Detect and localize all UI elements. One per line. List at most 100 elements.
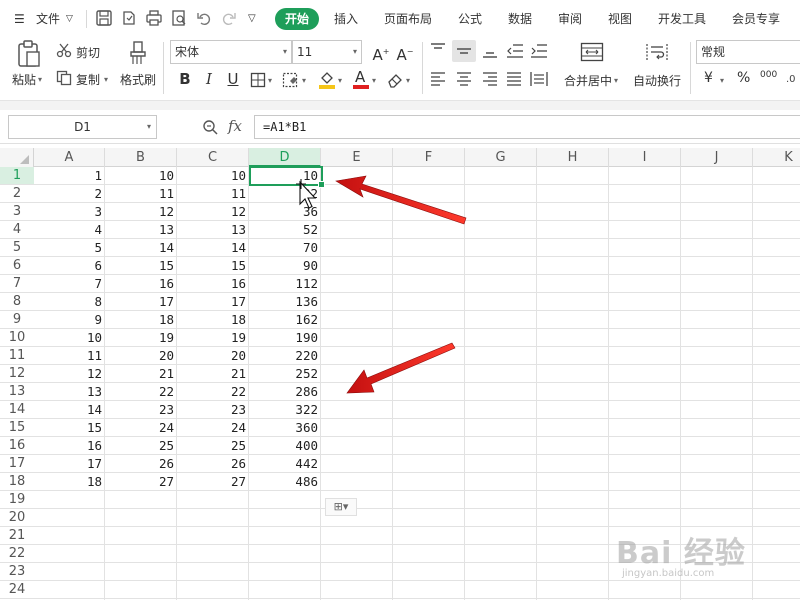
- cell-d21[interactable]: [249, 527, 321, 545]
- cell-c2[interactable]: 11: [177, 185, 249, 203]
- cell-b16[interactable]: 25: [105, 437, 177, 455]
- justify-icon[interactable]: [506, 72, 522, 86]
- cell-b17[interactable]: 26: [105, 455, 177, 473]
- cell-b10[interactable]: 19: [105, 329, 177, 347]
- cell-d15[interactable]: 360: [249, 419, 321, 437]
- row-header[interactable]: 14: [0, 401, 34, 419]
- cell-b1[interactable]: 10: [105, 167, 177, 185]
- cell-d9[interactable]: 162: [249, 311, 321, 329]
- cell-d19[interactable]: [249, 491, 321, 509]
- paste-button[interactable]: 粘贴: [12, 71, 36, 88]
- row-header[interactable]: 10: [0, 329, 34, 347]
- tab-review[interactable]: 审阅: [558, 8, 582, 30]
- row-header[interactable]: 2: [0, 185, 34, 203]
- fill-color-dropdown-icon[interactable]: ▾: [338, 76, 342, 85]
- row-header[interactable]: 4: [0, 221, 34, 239]
- row-header[interactable]: 5: [0, 239, 34, 257]
- align-center-icon[interactable]: [456, 72, 472, 86]
- undo-icon[interactable]: [195, 9, 213, 27]
- row-header[interactable]: 3: [0, 203, 34, 221]
- cell-b3[interactable]: 12: [105, 203, 177, 221]
- cell-a19[interactable]: [34, 491, 105, 509]
- cell-a9[interactable]: 9: [34, 311, 105, 329]
- cell-c4[interactable]: 13: [177, 221, 249, 239]
- row-header[interactable]: 7: [0, 275, 34, 293]
- cell-b4[interactable]: 13: [105, 221, 177, 239]
- increase-indent-icon[interactable]: [530, 43, 548, 59]
- cell-c24[interactable]: [177, 581, 249, 599]
- paste-icon[interactable]: [16, 40, 42, 68]
- quick-access-dropdown-icon[interactable]: ▽: [248, 8, 256, 30]
- cell-d14[interactable]: 322: [249, 401, 321, 419]
- cell-a20[interactable]: [34, 509, 105, 527]
- tab-view[interactable]: 视图: [608, 8, 632, 30]
- select-all-corner[interactable]: [0, 148, 34, 167]
- column-header-a[interactable]: A: [34, 148, 105, 167]
- column-header-h[interactable]: H: [537, 148, 609, 167]
- wrap-text-button[interactable]: 自动换行: [633, 72, 681, 89]
- copy-button[interactable]: 复制: [76, 71, 100, 88]
- thousands-separator-button[interactable]: 000: [760, 70, 777, 80]
- cell-a1[interactable]: 1: [34, 167, 105, 185]
- cell-d24[interactable]: [249, 581, 321, 599]
- align-right-icon[interactable]: [482, 72, 498, 86]
- cell-d20[interactable]: [249, 509, 321, 527]
- align-bottom-icon[interactable]: [482, 43, 498, 59]
- tab-insert[interactable]: 插入: [334, 8, 358, 30]
- merge-center-icon[interactable]: [580, 42, 604, 62]
- cell-a6[interactable]: 6: [34, 257, 105, 275]
- zoom-search-icon[interactable]: [202, 119, 218, 135]
- cell-c6[interactable]: 15: [177, 257, 249, 275]
- cell-b12[interactable]: 21: [105, 365, 177, 383]
- row-header[interactable]: 15: [0, 419, 34, 437]
- tab-developer[interactable]: 开发工具: [658, 8, 706, 30]
- borders-dropdown-icon[interactable]: ▾: [268, 76, 272, 85]
- selected-cell-outline[interactable]: [249, 166, 325, 188]
- cell-c8[interactable]: 17: [177, 293, 249, 311]
- cell-b11[interactable]: 20: [105, 347, 177, 365]
- cell-b21[interactable]: [105, 527, 177, 545]
- cell-b9[interactable]: 18: [105, 311, 177, 329]
- name-box[interactable]: D1 ▾: [8, 115, 157, 139]
- cell-c22[interactable]: [177, 545, 249, 563]
- file-menu[interactable]: 文件: [36, 8, 60, 30]
- cell-b14[interactable]: 23: [105, 401, 177, 419]
- cell-b20[interactable]: [105, 509, 177, 527]
- cell-d16[interactable]: 400: [249, 437, 321, 455]
- cell-c14[interactable]: 23: [177, 401, 249, 419]
- column-header-i[interactable]: I: [609, 148, 681, 167]
- wrap-text-icon[interactable]: [646, 42, 668, 62]
- cell-a24[interactable]: [34, 581, 105, 599]
- row-header[interactable]: 6: [0, 257, 34, 275]
- cell-a16[interactable]: 16: [34, 437, 105, 455]
- format-painter-button[interactable]: 格式刷: [120, 71, 156, 88]
- cell-d10[interactable]: 190: [249, 329, 321, 347]
- format-painter-icon[interactable]: [128, 40, 148, 66]
- cell-c15[interactable]: 24: [177, 419, 249, 437]
- paste-dropdown-icon[interactable]: ▾: [38, 75, 42, 84]
- distributed-align-icon[interactable]: [530, 71, 548, 87]
- cell-style-icon[interactable]: [282, 72, 300, 88]
- bold-button[interactable]: B: [174, 68, 196, 90]
- font-name-select[interactable]: 宋体 ▾: [170, 40, 292, 64]
- hamburger-icon[interactable]: ☰: [14, 8, 25, 30]
- cell-c16[interactable]: 25: [177, 437, 249, 455]
- underline-button[interactable]: U: [222, 68, 244, 90]
- cell-c13[interactable]: 22: [177, 383, 249, 401]
- cell-d3[interactable]: 36: [249, 203, 321, 221]
- formula-input[interactable]: =A1*B1: [254, 115, 800, 139]
- column-header-j[interactable]: J: [681, 148, 753, 167]
- cell-c11[interactable]: 20: [177, 347, 249, 365]
- borders-icon[interactable]: [250, 72, 266, 88]
- cell-d8[interactable]: 136: [249, 293, 321, 311]
- row-header[interactable]: 1: [0, 167, 34, 185]
- align-left-icon[interactable]: [430, 72, 446, 86]
- insert-function-button[interactable]: fx: [228, 117, 242, 135]
- cell-d13[interactable]: 286: [249, 383, 321, 401]
- print-preview-icon[interactable]: [170, 9, 188, 27]
- cell-a14[interactable]: 14: [34, 401, 105, 419]
- cell-a3[interactable]: 3: [34, 203, 105, 221]
- cell-c21[interactable]: [177, 527, 249, 545]
- column-header-f[interactable]: F: [393, 148, 465, 167]
- cell-d2[interactable]: 22: [249, 185, 321, 203]
